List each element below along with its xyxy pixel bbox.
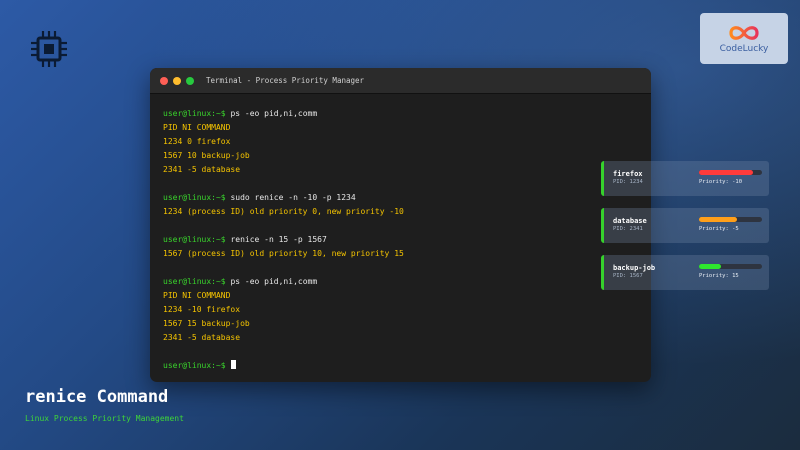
process-name: database: [613, 217, 647, 225]
priority-bar: [699, 217, 762, 222]
terminal-command-line: user@linux:~$ ps -eo pid,ni,comm: [163, 107, 651, 121]
page-subtitle: Linux Process Priority Management: [25, 414, 184, 423]
priority-bar-fill: [699, 170, 753, 175]
page-title: renice Command: [25, 387, 169, 407]
terminal-cursor: [231, 360, 237, 369]
terminal-output-line: PID NI COMMAND: [163, 123, 231, 132]
terminal-window[interactable]: Terminal - Process Priority Manager user…: [150, 68, 651, 382]
cpu-chip-icon: [28, 28, 70, 70]
close-window-button[interactable]: [160, 76, 168, 85]
terminal-output-line: 1234 0 firefox: [163, 137, 231, 146]
codelucky-logo[interactable]: CodeLucky: [700, 13, 788, 64]
terminal-output-line: 1234 -10 firefox: [163, 305, 241, 314]
terminal-command-line: user@linux:~$ ps -eo pid,ni,comm: [163, 275, 651, 289]
process-pid: PID: 2341: [613, 226, 643, 232]
terminal-command: renice -n 15 -p 1567: [230, 235, 327, 244]
terminal-command-line: user@linux:~$ sudo renice -n -10 -p 1234: [163, 191, 651, 205]
terminal-command: ps -eo pid,ni,comm: [230, 109, 318, 118]
process-priority: Priority: 15: [699, 273, 739, 279]
process-card-database: database PID: 2341 Priority: -5: [601, 208, 769, 243]
terminal-output[interactable]: user@linux:~$ ps -eo pid,ni,comm PID NI C…: [150, 94, 651, 373]
terminal-prompt: user@linux:~$: [163, 361, 226, 370]
logo-text: CodeLucky: [719, 44, 769, 54]
terminal-output-line: 1567 15 backup-job: [163, 319, 250, 328]
maximize-window-button[interactable]: [186, 76, 194, 85]
terminal-command: ps -eo pid,ni,comm: [230, 277, 318, 286]
terminal-prompt: user@linux:~$: [163, 109, 226, 118]
priority-bar-fill: [699, 217, 737, 222]
terminal-prompt: user@linux:~$: [163, 235, 226, 244]
terminal-title: Terminal - Process Priority Manager: [206, 76, 365, 85]
process-card-firefox: firefox PID: 1234 Priority: -10: [601, 161, 769, 196]
terminal-output-line: 2341 -5 database: [163, 333, 241, 342]
process-card-backup-job: backup-job PID: 1567 Priority: 15: [601, 255, 769, 290]
priority-bar-fill: [699, 264, 722, 269]
terminal-titlebar[interactable]: Terminal - Process Priority Manager: [150, 68, 651, 94]
terminal-output-line: PID NI COMMAND: [163, 291, 231, 300]
terminal-output-line: 2341 -5 database: [163, 165, 241, 174]
process-name: backup-job: [613, 264, 656, 272]
priority-bar: [699, 264, 762, 269]
infinity-logo-icon: [729, 26, 759, 40]
process-pid: PID: 1234: [613, 179, 643, 185]
terminal-output-line: 1567 (process ID) old priority 10, new p…: [163, 249, 404, 258]
process-priority: Priority: -5: [699, 226, 739, 232]
terminal-output-line: 1234 (process ID) old priority 0, new pr…: [163, 207, 404, 216]
process-pid: PID: 1567: [613, 273, 643, 279]
process-priority: Priority: -10: [699, 179, 743, 185]
terminal-input-line[interactable]: user@linux:~$: [163, 359, 651, 373]
terminal-prompt: user@linux:~$: [163, 277, 226, 286]
minimize-window-button[interactable]: [173, 76, 181, 85]
terminal-output-line: 1567 10 backup-job: [163, 151, 250, 160]
terminal-command: sudo renice -n -10 -p 1234: [230, 193, 356, 202]
priority-bar: [699, 170, 762, 175]
process-name: firefox: [613, 170, 643, 178]
terminal-command-line: user@linux:~$ renice -n 15 -p 1567: [163, 233, 651, 247]
terminal-prompt: user@linux:~$: [163, 193, 226, 202]
